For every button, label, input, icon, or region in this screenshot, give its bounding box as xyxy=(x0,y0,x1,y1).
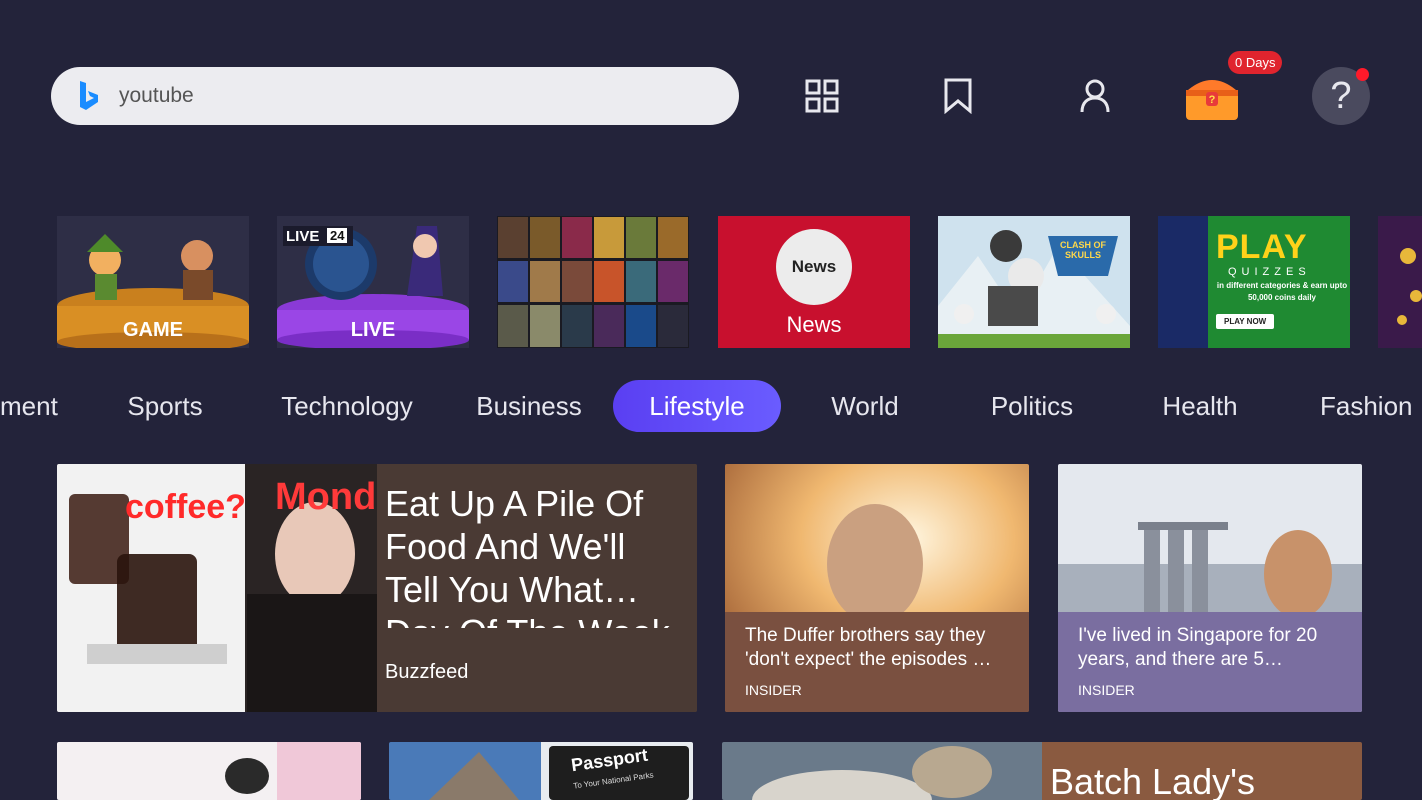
category-technology[interactable]: Technology xyxy=(262,380,432,432)
article-card[interactable]: I've lived in Singapore for 20 years, an… xyxy=(1058,464,1362,712)
image-text-coffee: coffee? xyxy=(125,488,246,526)
featured-article-title: Eat Up A Pile Of Food And We'll Tell You… xyxy=(385,483,670,628)
article-image xyxy=(722,742,1362,800)
grid-icon[interactable] xyxy=(798,72,846,120)
tile-play-quizzes[interactable]: PLAY QUIZZES in different categories & e… xyxy=(1158,216,1350,348)
category-lifestyle[interactable]: Lifestyle xyxy=(613,380,781,432)
category-politics[interactable]: Politics xyxy=(972,380,1092,432)
clash-of-skulls-illustration xyxy=(938,216,1130,348)
category-entertainment[interactable]: ment xyxy=(0,380,60,432)
coins-illustration xyxy=(1397,248,1422,325)
category-business[interactable]: Business xyxy=(460,380,598,432)
movie-posters-grid xyxy=(497,216,689,348)
tile-label: News xyxy=(786,312,842,337)
bookmark-icon[interactable] xyxy=(934,72,982,120)
featured-article-source: Buzzfeed xyxy=(385,661,469,683)
article-image xyxy=(57,742,361,800)
question-icon: ? xyxy=(1330,74,1352,117)
tile-news[interactable]: News News xyxy=(718,216,910,348)
person-icon[interactable] xyxy=(1071,72,1119,120)
article-title: Batch Lady's xyxy=(1050,761,1255,800)
tile-label: GAME xyxy=(123,319,183,341)
article-card[interactable]: Passport To Your National Parks xyxy=(389,742,693,800)
tile-partial[interactable] xyxy=(1378,216,1422,348)
help-button[interactable]: ? xyxy=(1312,67,1370,125)
search-bar[interactable] xyxy=(51,67,739,125)
image-text-monday: Monda xyxy=(275,476,379,518)
quiz-sub: QUIZZES xyxy=(1228,266,1311,278)
streak-badge: 0 Days xyxy=(1228,51,1283,74)
clash-logo-text: CLASH OF SKULLS xyxy=(1060,240,1106,260)
featured-article-card[interactable]: coffee? Monda Eat Up A Pile Of Food And … xyxy=(57,464,697,712)
article-source: INSIDER xyxy=(745,682,802,698)
tile-game[interactable]: GAME xyxy=(57,216,249,348)
tile-label: LIVE xyxy=(350,319,396,341)
featured-article-card[interactable]: Batch Lady's xyxy=(722,742,1362,800)
tile-live[interactable]: LIVE 24 LIVE xyxy=(277,216,469,348)
notification-dot xyxy=(1356,68,1369,81)
live-tag: LIVE xyxy=(286,228,320,245)
article-title: I've lived in Singapore for 20 years, an… xyxy=(1078,625,1318,670)
category-world[interactable]: World xyxy=(815,380,915,432)
quiz-left-panel xyxy=(1158,216,1208,348)
live-number: 24 xyxy=(327,228,348,243)
category-health[interactable]: Health xyxy=(1146,380,1254,432)
article-source: INSIDER xyxy=(1078,682,1135,698)
search-input[interactable] xyxy=(119,84,679,108)
quiz-headline: PLAY xyxy=(1216,228,1308,266)
treasure-chest-icon[interactable]: ? xyxy=(1180,70,1244,124)
article-title: The Duffer brothers say they 'don't expe… xyxy=(745,625,992,670)
bing-logo-icon xyxy=(80,81,98,110)
quiz-desc: in different categories & earn upto 50,0… xyxy=(1216,281,1348,302)
tile-clash-of-skulls[interactable]: CLASH OF SKULLS xyxy=(938,216,1130,348)
article-card[interactable] xyxy=(57,742,361,800)
article-card[interactable]: The Duffer brothers say they 'don't expe… xyxy=(725,464,1029,712)
category-sports[interactable]: Sports xyxy=(110,380,220,432)
play-now-button[interactable]: PLAY NOW xyxy=(1216,314,1275,329)
tile-movies[interactable] xyxy=(497,216,689,348)
category-fashion[interactable]: Fashion xyxy=(1306,380,1422,432)
news-logo: News xyxy=(776,229,852,305)
news-logo-text: News xyxy=(791,257,837,276)
svg-text:?: ? xyxy=(1209,94,1216,106)
